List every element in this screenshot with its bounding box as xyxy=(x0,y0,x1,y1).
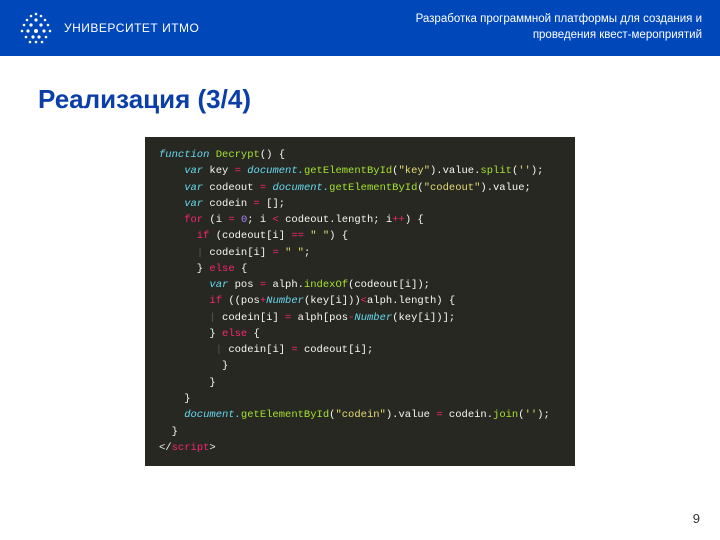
slide-header: УНИВЕРСИТЕТ ИТМО Разработка программной … xyxy=(0,0,720,56)
page-number: 9 xyxy=(693,511,700,526)
code-snippet: function Decrypt() { var key = document.… xyxy=(145,137,575,466)
university-name: УНИВЕРСИТЕТ ИТМО xyxy=(64,21,199,35)
itmo-logo-icon xyxy=(18,10,54,46)
university-logo: УНИВЕРСИТЕТ ИТМО xyxy=(18,10,199,46)
project-description: Разработка программной платформы для соз… xyxy=(416,12,702,43)
slide-title: Реализация (3/4) xyxy=(0,56,720,115)
